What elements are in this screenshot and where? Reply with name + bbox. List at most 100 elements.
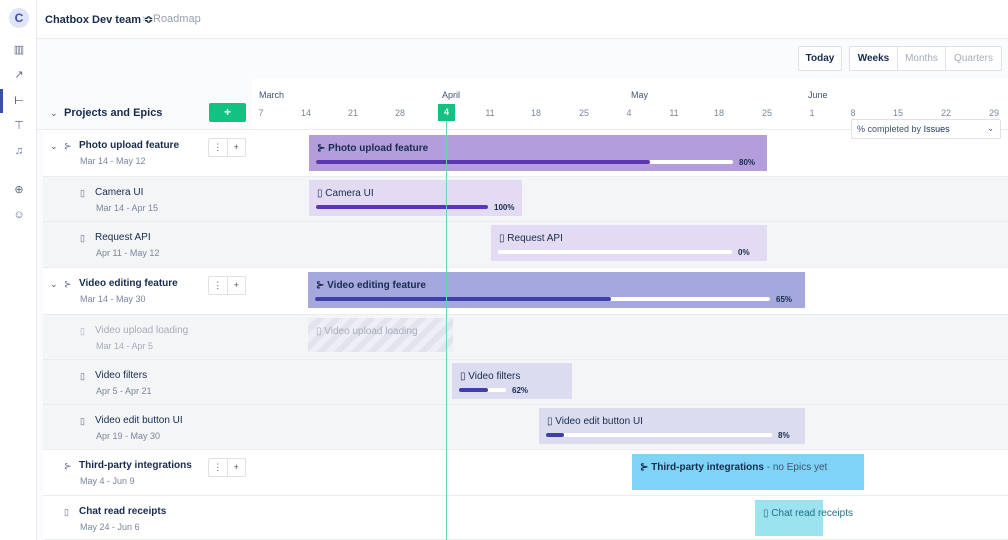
add-child-button[interactable]: + — [228, 139, 246, 156]
board-icon[interactable]: ▥ — [11, 42, 27, 58]
roadmap-icon[interactable]: ⊢ — [11, 93, 27, 109]
epic-row[interactable]: ⌄ ⊱ Photo upload feature Mar 14 - May 12 ⋮ + — [43, 130, 252, 177]
progress-track — [459, 388, 506, 392]
add-child-button[interactable]: + — [228, 459, 246, 476]
team-avatar[interactable]: C — [9, 8, 29, 28]
day-label: 25 — [578, 108, 589, 118]
bar-title: Video editing feature — [327, 280, 426, 291]
bar-title: Chat read receipts — [771, 508, 853, 519]
month-label: May — [631, 90, 649, 100]
progress-track — [316, 205, 488, 209]
pin-icon[interactable]: ⊤ — [11, 118, 27, 134]
add-user-icon[interactable]: ☺ — [11, 207, 27, 223]
issue-icon: ▯ — [80, 233, 85, 243]
issue-row[interactable]: ▯ Video filters Apr 5 - Apr 21 — [43, 360, 252, 405]
row-dates: Apr 11 - May 12 — [96, 248, 160, 258]
timeline-bar[interactable]: ⊱ Video editing feature 65% — [308, 272, 805, 308]
issue-icon: ▯ — [80, 326, 85, 336]
epic-icon: ⊱ — [317, 143, 329, 154]
timeline: March April May June 7 14 21 28 11 18 25 4 11 18 2… — [252, 79, 1008, 540]
row-name: Video edit button UI — [95, 415, 183, 426]
add-child-button[interactable]: + — [228, 277, 246, 294]
row-name: Photo upload feature — [79, 140, 179, 151]
progress-fill — [316, 205, 488, 209]
months-button[interactable]: Months — [897, 47, 945, 70]
progress-percent: 80% — [739, 158, 756, 167]
timeline-bar[interactable]: ▯ Request API 0% — [491, 225, 767, 261]
bar-label: ▯ Camera UI — [317, 188, 374, 199]
epic-icon: ⊱ — [316, 280, 328, 291]
epic-icon: ⊱ — [64, 141, 72, 151]
bar-title: Request API — [507, 233, 563, 244]
day-label: 25 — [761, 108, 772, 118]
progress-fill — [459, 388, 488, 392]
more-icon[interactable]: ⋮ — [209, 277, 228, 294]
bar-title: Photo upload feature — [328, 143, 429, 154]
collapse-all-icon[interactable]: ⌄ — [50, 108, 58, 119]
progress-track — [498, 250, 732, 254]
progress-percent: 62% — [512, 386, 529, 395]
zoom-segmented-control: Weeks Months Quarters — [849, 46, 1002, 71]
row-name: Request API — [95, 232, 151, 243]
bell-icon[interactable]: ♫ — [11, 143, 27, 159]
row-controls: ⋮ + — [208, 276, 246, 295]
breadcrumb-page[interactable]: Roadmap — [153, 13, 201, 25]
progress-percent: 0% — [738, 248, 750, 257]
progress-fill — [316, 160, 650, 164]
timeline-bar[interactable]: ▯ Chat read receipts — [755, 500, 853, 536]
roadmap-toolbar: Today Weeks Months Quarters — [37, 39, 1008, 79]
issue-row[interactable]: ▯ Request API Apr 11 - May 12 — [43, 222, 252, 268]
progress-track — [316, 160, 733, 164]
projects-panel: ⌄ Projects and Epics + ⌄ ⊱ Photo upload fe… — [37, 79, 252, 540]
bar-label: ▯ Video filters — [460, 371, 520, 382]
timeline-bar[interactable]: ⊱ Third-party integrations - no Epics ye… — [632, 454, 864, 490]
timeline-bar[interactable]: ▯ Camera UI 100% — [309, 180, 522, 216]
progress-percent: 100% — [494, 203, 515, 212]
active-indicator — [0, 89, 3, 113]
day-label: 15 — [892, 108, 903, 118]
day-label: 14 — [300, 108, 311, 118]
top-bar: Chatbox Dev team ≎ › Roadmap — [37, 0, 1008, 39]
today-button[interactable]: Today — [798, 46, 842, 71]
timeline-bar[interactable]: ▯ Video filters 62% — [452, 363, 572, 399]
issue-row[interactable]: ▯ Video edit button UI Apr 19 - May 30 — [43, 405, 252, 450]
quarters-button[interactable]: Quarters — [945, 47, 1001, 70]
row-name: Video upload loading — [95, 325, 189, 336]
team-selector[interactable]: Chatbox Dev team ≎ — [45, 13, 153, 26]
bar-title: Video filters — [468, 371, 521, 382]
chevron-down-icon: ⌄ — [987, 124, 994, 133]
row-dates: Mar 14 - Apr 5 — [96, 341, 154, 351]
collapse-icon[interactable]: ⌄ — [50, 141, 58, 152]
progress-track — [546, 433, 772, 437]
epic-row[interactable]: ▯ Chat read receipts May 24 - Jun 6 — [43, 496, 252, 540]
add-project-button[interactable]: + — [209, 103, 246, 122]
row-dates: Mar 14 - May 12 — [80, 156, 146, 166]
bar-title: Camera UI — [325, 188, 374, 199]
progress-selector-value: Issues — [923, 124, 950, 134]
bar-label: ⊱ Photo upload feature — [317, 143, 428, 154]
epic-icon: ⊱ — [64, 461, 72, 471]
timeline-bar[interactable]: ▯ Video edit button UI 8% — [539, 408, 805, 444]
epic-row[interactable]: ⊱ Third-party integrations May 4 - Jun 9 ⋮ + — [43, 450, 252, 496]
timeline-row — [252, 360, 1008, 405]
epic-row[interactable]: ⌄ ⊱ Video editing feature Mar 14 - May 30 ⋮ + — [43, 268, 252, 315]
progress-fill — [315, 297, 611, 301]
reports-icon[interactable]: ↗ — [11, 67, 27, 83]
timeline-bar[interactable]: ▯ Video upload loading — [308, 318, 453, 352]
weeks-button[interactable]: Weeks — [850, 47, 897, 70]
add-icon[interactable]: ⊕ — [11, 182, 27, 198]
bar-title: Video upload loading — [324, 326, 418, 337]
collapse-icon[interactable]: ⌄ — [50, 279, 58, 290]
more-icon[interactable]: ⋮ — [209, 459, 228, 476]
issue-icon: ▯ — [80, 371, 85, 381]
month-label: April — [442, 90, 461, 100]
day-label: 8 — [850, 108, 856, 118]
issue-row[interactable]: ▯ Camera UI Mar 14 - Apr 15 — [43, 177, 252, 222]
bar-note: - no Epics yet — [763, 462, 828, 473]
more-icon[interactable]: ⋮ — [209, 139, 228, 156]
issue-row[interactable]: ▯ Video upload loading Mar 14 - Apr 5 — [43, 315, 252, 360]
day-label: 28 — [394, 108, 405, 118]
progress-percent: 65% — [776, 295, 793, 304]
timeline-bar[interactable]: ⊱ Photo upload feature 80% — [309, 135, 767, 171]
progress-selector[interactable]: % completed by Issues ⌄ — [851, 119, 1001, 139]
